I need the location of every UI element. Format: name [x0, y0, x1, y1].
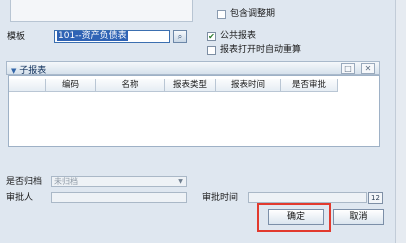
table-header: 编码 名称 报表类型 报表时间 是否审批: [9, 79, 379, 92]
dropdown-arrow-icon: ▼: [178, 178, 183, 185]
ok-button[interactable]: 确定: [268, 209, 324, 225]
new-subreport-button[interactable]: □: [341, 63, 355, 74]
column-header[interactable]: 编码: [46, 79, 96, 92]
column-header[interactable]: 名称: [96, 79, 165, 92]
auto-recalc-checkbox[interactable]: [207, 46, 216, 55]
column-header[interactable]: 是否审批: [281, 79, 338, 92]
include-adjust-period-checkbox[interactable]: [217, 10, 226, 19]
approval-time-label: 审批时间: [202, 193, 239, 203]
top-panel: [10, 0, 193, 22]
search-icon: ⌕: [177, 32, 183, 41]
archive-select[interactable]: 未归档 ▼: [51, 176, 187, 187]
public-report-label: 公共报表: [220, 31, 257, 41]
scrollbar[interactable]: [395, 0, 406, 243]
calendar-button[interactable]: 12: [368, 192, 383, 204]
auto-recalc-label: 报表打开时自动重算: [220, 45, 302, 55]
template-picker-button[interactable]: ⌕: [173, 30, 187, 43]
cancel-button[interactable]: 取消: [333, 209, 384, 225]
subreport-table[interactable]: 编码 名称 报表类型 报表时间 是否审批: [8, 75, 380, 147]
column-header[interactable]: 报表类型: [165, 79, 216, 92]
calendar-icon: 12: [371, 194, 380, 202]
template-value: 101--资产负债表: [57, 31, 128, 41]
approver-label: 审批人: [6, 193, 34, 203]
chevron-down-icon: ▼: [11, 67, 17, 75]
subreport-header: ▼ 子报表 □ ✕: [6, 61, 380, 76]
archive-label: 是否归档: [6, 177, 43, 187]
column-header[interactable]: 报表时间: [216, 79, 281, 92]
approver-field: [51, 192, 187, 203]
close-icon: ✕: [364, 64, 372, 73]
check-icon: ✔: [208, 32, 215, 41]
public-report-checkbox[interactable]: ✔: [207, 32, 216, 41]
template-label: 模板: [7, 32, 26, 42]
approval-time-field: [248, 192, 367, 203]
document-icon: □: [344, 64, 352, 73]
row-indicator-header: [9, 79, 46, 92]
template-input[interactable]: 101--资产负债表: [54, 30, 170, 43]
archive-value: 未归档: [54, 177, 78, 186]
delete-subreport-button[interactable]: ✕: [361, 63, 375, 74]
include-adjust-period-label: 包含调整期: [230, 9, 276, 19]
